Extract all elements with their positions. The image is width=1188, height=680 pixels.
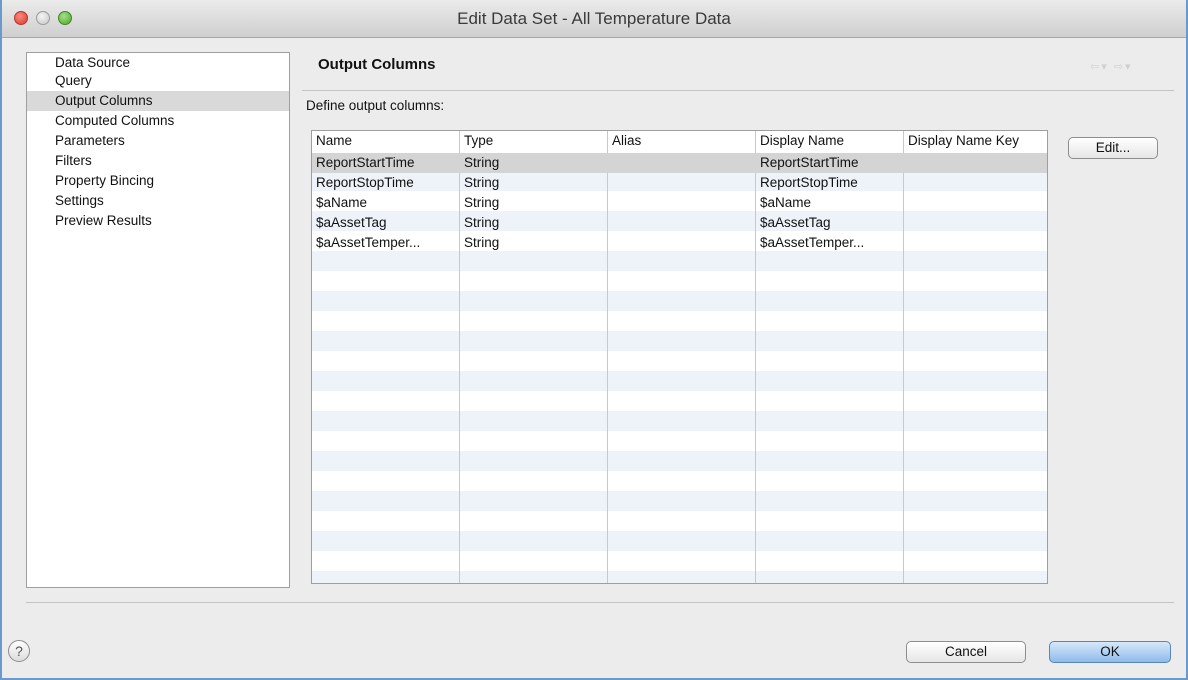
sidebar-item-computed-columns[interactable]: Computed Columns: [27, 111, 289, 131]
title-bar[interactable]: Edit Data Set - All Temperature Data: [2, 0, 1186, 38]
sidebar-item-property-binding[interactable]: Property Bincing: [27, 171, 289, 191]
cell-type: String: [464, 175, 500, 190]
cell-name: $aName: [316, 195, 368, 210]
header-display-name[interactable]: Display Name: [756, 131, 904, 151]
cell-display-name-key: [904, 233, 1047, 253]
cell-name: ReportStartTime: [316, 155, 415, 170]
header-display-name-key[interactable]: Display Name Key: [904, 131, 1047, 151]
cell-name: $aAssetTemper...: [316, 235, 421, 250]
cancel-button[interactable]: Cancel: [906, 641, 1026, 663]
cell-display-name: $aName: [760, 195, 812, 210]
table-body: ReportStartTime String ReportStartTime R…: [312, 153, 1047, 253]
cell-type: String: [464, 155, 500, 170]
header-type[interactable]: Type: [460, 131, 608, 151]
back-arrow-icon[interactable]: ⇦▾: [1090, 61, 1109, 73]
cell-display-name: ReportStopTime: [760, 175, 858, 190]
edit-data-set-dialog: Edit Data Set - All Temperature Data Dat…: [0, 0, 1188, 680]
history-navigation[interactable]: ⇦▾ ⇨▾: [1090, 60, 1133, 73]
cell-display-name-key: [904, 173, 1047, 193]
cell-alias: [608, 153, 756, 173]
cell-type: String: [464, 215, 500, 230]
table-row[interactable]: ReportStartTime String ReportStartTime: [312, 153, 1047, 173]
page-title: Output Columns: [318, 56, 436, 73]
sidebar-item-settings[interactable]: Settings: [27, 191, 289, 211]
table-row[interactable]: $aAssetTemper... String $aAssetTemper...: [312, 233, 1047, 253]
title-divider: [302, 90, 1174, 91]
cell-alias: [608, 193, 756, 213]
window-title: Edit Data Set - All Temperature Data: [457, 9, 731, 28]
table-header: Name Type Alias Display Name Display Nam…: [312, 131, 1047, 151]
sidebar-item-preview-results[interactable]: Preview Results: [27, 211, 289, 231]
cell-name: $aAssetTag: [316, 215, 387, 230]
cell-display-name-key: [904, 153, 1047, 173]
page-navigation-list: Data Source Query Output Columns Compute…: [26, 52, 290, 588]
header-name[interactable]: Name: [312, 131, 460, 151]
sidebar-item-query[interactable]: Query: [27, 71, 289, 91]
sidebar-item-data-source[interactable]: Data Source: [27, 55, 289, 71]
table-row[interactable]: ReportStopTime String ReportStopTime: [312, 173, 1047, 193]
cell-display-name: ReportStartTime: [760, 155, 859, 170]
cell-type: String: [464, 195, 500, 210]
question-mark-icon[interactable]: ?: [8, 640, 30, 662]
table-row[interactable]: $aAssetTag String $aAssetTag: [312, 213, 1047, 233]
cell-type: String: [464, 235, 500, 250]
cell-display-name-key: [904, 193, 1047, 213]
header-alias[interactable]: Alias: [608, 131, 756, 151]
define-output-columns-label: Define output columns:: [306, 98, 445, 113]
cell-display-name-key: [904, 213, 1047, 233]
forward-arrow-icon[interactable]: ⇨▾: [1114, 61, 1133, 73]
sidebar-item-parameters[interactable]: Parameters: [27, 131, 289, 151]
cell-alias: [608, 233, 756, 253]
cell-display-name: $aAssetTag: [760, 215, 831, 230]
edit-button[interactable]: Edit...: [1068, 137, 1158, 159]
table-row[interactable]: $aName String $aName: [312, 193, 1047, 213]
footer-divider: [26, 602, 1174, 603]
cell-display-name: $aAssetTemper...: [760, 235, 865, 250]
output-columns-table[interactable]: Name Type Alias Display Name Display Nam…: [311, 130, 1048, 584]
sidebar-item-output-columns[interactable]: Output Columns: [27, 91, 289, 111]
ok-button[interactable]: OK: [1049, 641, 1171, 663]
cell-name: ReportStopTime: [316, 175, 414, 190]
cell-alias: [608, 173, 756, 193]
sidebar-item-filters[interactable]: Filters: [27, 151, 289, 171]
cell-alias: [608, 213, 756, 233]
